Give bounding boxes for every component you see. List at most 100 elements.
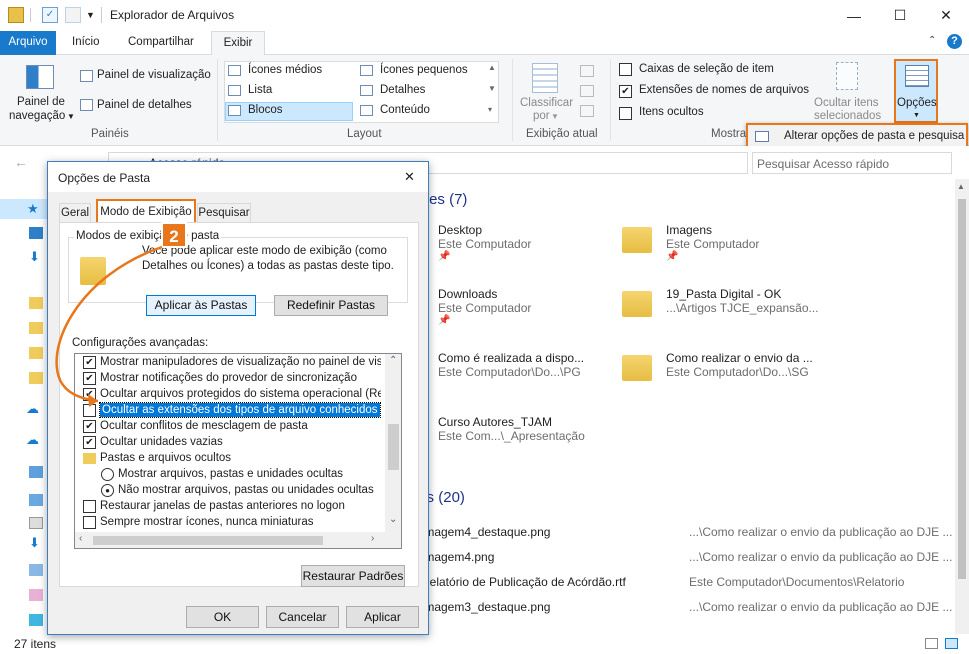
apply-button[interactable]: Aplicar <box>346 606 419 628</box>
more-icon[interactable]: ▾ <box>488 105 492 114</box>
settings-scrollbar[interactable]: ⌃ ⌄ <box>385 354 401 548</box>
setting-checkbox[interactable] <box>83 500 96 513</box>
close-button[interactable]: ✕ <box>923 0 969 31</box>
file-extensions-label[interactable]: Extensões de nomes de arquivos <box>639 84 809 96</box>
setting-item[interactable]: Pastas e arquivos ocultos <box>81 451 381 467</box>
setting-checkbox[interactable]: ✔ <box>83 436 96 449</box>
tab-exibir[interactable]: Exibir <box>211 31 265 56</box>
computer-icon[interactable] <box>29 466 43 478</box>
tab-modo-exibicao[interactable]: Modo de Exibição <box>96 199 196 223</box>
scroll-down-icon[interactable]: ⌄ <box>389 514 397 525</box>
ok-button[interactable]: OK <box>186 606 259 628</box>
folder-item-desktop[interactable]: Desktop Este Computador 📌 <box>438 223 531 262</box>
customize-toolbar-icon[interactable]: ▼ <box>86 10 95 20</box>
tab-pesquisar[interactable]: Pesquisar <box>197 203 251 223</box>
collapse-ribbon-icon[interactable]: ⌃ <box>928 35 936 46</box>
properties-icon[interactable]: ✓ <box>42 7 58 23</box>
folder-item-curso-autores[interactable]: Curso Autores_TJAM Este Com...\_Apresent… <box>438 415 585 443</box>
hidden-items-label[interactable]: Itens ocultos <box>639 106 704 118</box>
settings-hscrollbar[interactable]: ‹ › <box>75 532 385 548</box>
frequent-folders-header[interactable]: Pastas frequentes (7) <box>429 191 567 208</box>
setting-radio[interactable]: ● <box>101 484 114 497</box>
folder-item-pasta-digital[interactable]: 19_Pasta Digital - OK ...\Artigos TJCE_e… <box>666 287 819 315</box>
search-input[interactable]: Pesquisar Acesso rápido <box>757 157 889 171</box>
details-view-icon[interactable] <box>925 638 938 649</box>
pictures-icon[interactable] <box>29 564 43 576</box>
restore-defaults-button[interactable]: Restaurar Padrões <box>301 565 405 587</box>
details-pane-button[interactable]: Painel de detalhes <box>97 99 192 111</box>
onedrive-icon[interactable]: ☁ <box>26 432 39 448</box>
folder-item-downloads[interactable]: Downloads Este Computador 📌 <box>438 287 531 326</box>
recent-files-header[interactable]: Arquivos recentes (20) <box>429 489 575 506</box>
chevron-down-icon[interactable]: ▼ <box>551 112 559 121</box>
back-icon[interactable]: ← <box>14 154 28 170</box>
scrollbar-thumb[interactable] <box>93 536 323 545</box>
folder-item-envio[interactable]: Como realizar o envio da ... Este Comput… <box>666 351 813 379</box>
add-columns-icon[interactable] <box>580 85 594 97</box>
help-icon[interactable]: ? <box>947 34 962 49</box>
maximize-button[interactable]: ☐ <box>877 0 923 31</box>
new-folder-icon[interactable] <box>65 7 81 23</box>
folder-item-imagens[interactable]: Imagens Este Computador 📌 <box>666 223 759 262</box>
setting-radio[interactable] <box>101 468 114 481</box>
onedrive-icon[interactable]: ☁ <box>26 401 39 417</box>
hide-selected-label[interactable]: Ocultar itens <box>814 97 879 109</box>
recent-file-row[interactable]: Imagem4.png ...\Como realizar o envio da… <box>429 550 952 568</box>
group-by-icon[interactable] <box>580 65 594 77</box>
recent-file-row[interactable]: Imagem4_destaque.png ...\Como realizar o… <box>429 525 952 543</box>
item-checkboxes-label[interactable]: Caixas de seleção de item <box>639 63 774 75</box>
layout-small-icons[interactable]: Ícones pequenos <box>380 64 468 76</box>
layout-medium-icons[interactable]: Ícones médios <box>248 64 322 76</box>
layout-details[interactable]: Detalhes <box>380 84 425 96</box>
dialog-close-button[interactable]: ✕ <box>404 169 415 185</box>
setting-item[interactable]: Restaurar janelas de pastas anteriores n… <box>81 499 381 515</box>
chevron-down-icon[interactable]: ▼ <box>67 112 75 121</box>
layout-content[interactable]: Conteúdo <box>380 104 430 116</box>
reset-folders-button[interactable]: Redefinir Pastas <box>274 295 388 316</box>
nav-item-quick-access[interactable] <box>0 199 47 219</box>
tab-compartilhar[interactable]: Compartilhar <box>118 31 204 55</box>
download-icon[interactable]: ⬇ <box>29 249 40 265</box>
folder-item-disponibilizacao[interactable]: Como é realizada a dispo... Este Computa… <box>438 351 584 379</box>
setting-item[interactable]: ● Não mostrar arquivos, pastas ou unidade… <box>81 483 381 499</box>
3d-objects-icon[interactable] <box>29 494 43 506</box>
content-scrollbar[interactable]: ▲ <box>955 179 969 634</box>
scroll-up-icon[interactable]: ▲ <box>488 63 496 72</box>
sort-by-label[interactable]: Classificar <box>520 97 573 109</box>
tab-arquivo[interactable]: Arquivo <box>0 31 56 55</box>
setting-item[interactable]: ✔ Ocultar conflitos de mesclagem de pasta <box>81 419 381 435</box>
folder-icon[interactable] <box>8 7 24 23</box>
scrollbar-thumb[interactable] <box>388 424 399 470</box>
tab-inicio[interactable]: Início <box>62 31 110 55</box>
scrollbar-thumb[interactable] <box>958 199 966 579</box>
recent-file-row[interactable]: Relatório de Publicação de Acórdão.rtf E… <box>429 575 941 593</box>
navigation-pane-label-2[interactable]: navegação <box>9 110 65 122</box>
minimize-button[interactable]: — <box>831 0 877 31</box>
music-icon[interactable] <box>29 589 43 601</box>
download-icon[interactable]: ⬇ <box>29 535 40 551</box>
item-checkboxes-checkbox[interactable] <box>619 63 632 76</box>
3d-box-icon[interactable] <box>29 614 43 626</box>
layout-tiles[interactable]: Blocos <box>248 104 283 116</box>
preview-pane-button[interactable]: Painel de visualização <box>97 69 211 81</box>
scroll-down-icon[interactable]: ▼ <box>488 84 496 93</box>
scroll-up-icon[interactable]: ▲ <box>957 182 965 191</box>
hide-selected-label-2[interactable]: selecionados <box>814 110 881 122</box>
setting-item[interactable]: Mostrar arquivos, pastas e unidades ocul… <box>81 467 381 483</box>
sort-by-label-2[interactable]: por <box>533 110 550 122</box>
documents-icon[interactable] <box>29 517 43 529</box>
search-box[interactable]: Pesquisar Acesso rápido <box>752 152 952 174</box>
setting-checkbox[interactable]: ✔ <box>83 420 96 433</box>
change-folder-options-item[interactable]: Alterar opções de pasta e pesquisa <box>784 130 964 142</box>
layout-list[interactable]: Lista <box>248 84 272 96</box>
recent-file-row[interactable]: Imagem3_destaque.png ...\Como realizar o… <box>429 600 952 618</box>
scroll-left-icon[interactable]: ‹ <box>79 533 82 544</box>
file-extensions-checkbox[interactable]: ✔ <box>619 85 632 98</box>
scroll-right-icon[interactable]: › <box>371 533 374 544</box>
navigation-pane-label[interactable]: Painel de <box>17 96 65 108</box>
setting-item[interactable]: Sempre mostrar ícones, nunca miniaturas <box>81 515 381 531</box>
size-columns-icon[interactable] <box>580 105 594 117</box>
setting-checkbox[interactable] <box>83 516 96 529</box>
cancel-button[interactable]: Cancelar <box>266 606 339 628</box>
tab-geral[interactable]: Geral <box>59 203 91 223</box>
